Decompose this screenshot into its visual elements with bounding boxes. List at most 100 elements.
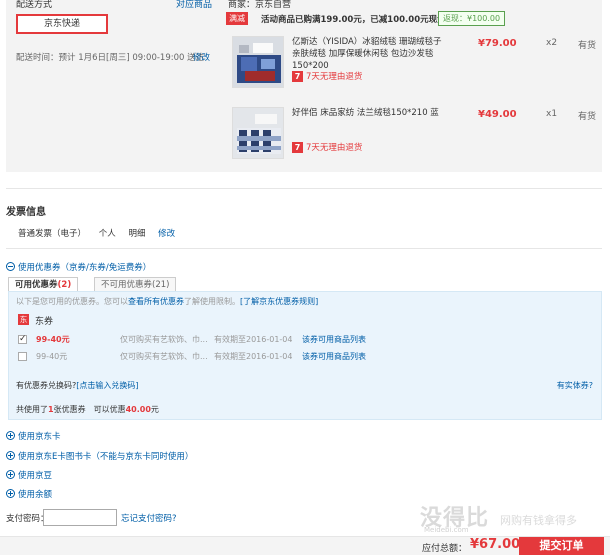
tab-label: 不可用优惠券 [101,280,153,290]
cart-item: 亿斯达（YISIDA）冰貂绒毯 珊瑚绒毯子 亲肤绒毯 加厚保暖休闲毯 包边沙发毯… [226,36,596,96]
tab-count: (21) [152,280,170,290]
expand-plus-icon [6,431,15,440]
return-policy: 7 7天无理由退货 [292,70,362,82]
coupon-checkbox[interactable] [18,333,27,345]
invoice-title: 发票信息 [6,207,46,218]
product-thumbnail-blanket-1[interactable] [232,36,284,88]
coupon-scope: 仅可购买有艺软饰、巾... [120,352,208,361]
tab-count: (2) [57,280,72,290]
coupon-amount: 99-40元 [36,335,70,344]
coupon-discount-amount: 40.00 [125,405,151,414]
item-qty: x2 [546,38,558,48]
watermark-url: Meidebi.com [424,526,469,534]
item-qty: x1 [546,109,558,119]
expand-plus-icon [6,451,15,460]
tab-label: 可用优惠券 [15,280,58,290]
coupon-rules-link[interactable]: [了解京东优惠券规则] [240,297,318,306]
divider [6,188,602,189]
coupon-hint: 以下是您可用的优惠券。您可以查看所有优惠券了解使用限制。[了解京东优惠券规则] [16,296,318,307]
use-jd-beans-toggle[interactable]: 使用京豆 [6,470,52,482]
coupon-hint-mid: 了解使用限制。 [184,297,240,306]
blanket-image-icon [233,37,283,87]
invoice-details: 普通发票（电子） 个人 明细 修改 [18,227,175,239]
total-amount: ¥67.00 [470,537,521,552]
collapse-minus-icon [6,262,15,271]
invoice-modify-link[interactable]: 修改 [158,229,175,239]
related-goods-link[interactable]: 对应商品 [176,0,212,10]
return-policy-text: 7天无理由退货 [306,72,363,82]
delivery-time: 配送时间：预计 1月6日[周三] 09:00-19:00 送达 [16,51,204,63]
seller-name: 商家：京东自营 [228,0,292,10]
coupon-toggle-label: 使用优惠券（京券/东券/免运费券） [18,263,152,273]
coupon-total-mid: 张优惠券 可以优惠 [53,405,126,414]
option-label: 使用余额 [18,490,53,500]
coupon-hint-prefix: 以下是您可用的优惠券。您可以 [16,297,128,306]
return-policy-text: 7天无理由退货 [306,143,363,153]
item-name[interactable]: 亿斯达（YISIDA）冰貂绒毯 珊瑚绒毯子 亲肤绒毯 加厚保暖休闲毯 包边沙发毯… [292,36,442,72]
jd-coupon-icon: 东 [18,314,29,325]
coupon-expiry: 有效期至2016-01-04 [214,352,293,361]
use-balance-toggle[interactable]: 使用余额 [6,489,52,501]
item-stock: 有货 [578,112,597,122]
forgot-password-link[interactable]: 忘记支付密码? [121,512,177,524]
product-thumbnail-blanket-2[interactable] [232,107,284,159]
payment-password-input[interactable] [43,509,117,526]
coupon-total-prefix: 共使用了 [16,405,48,414]
delivery-time-modify-link[interactable]: 修改 [193,51,210,63]
blanket-image-icon [233,108,283,158]
jd-coupon-label: 东券 [35,317,54,327]
submit-order-button[interactable]: 提交订单 [519,537,604,555]
cart-item: 好伴侣 床品家纺 法兰绒毯150*210 蓝 ¥49.00 x1 有货 7 7天无… [226,107,596,167]
coupon-scope: 仅可购买有艺软饰、巾... [120,335,208,344]
return-policy: 7 7天无理由退货 [292,141,362,153]
coupon-checkbox[interactable] [18,352,27,361]
shipping-section: 配送方式 对应商品 京东快递 配送时间：预计 1月6日[周三] 09:00-19… [6,0,220,172]
coupon-products-link[interactable]: 该券可用商品列表 [302,351,366,363]
coupon-row: 99-40元 仅可购买有艺软饰、巾... 有效期至2016-01-04 该券可用… [18,333,588,346]
delivery-time-label: 配送时间： [16,53,59,63]
tab-unavailable-coupons[interactable]: 不可用优惠券(21) [94,277,177,292]
invoice-content: 明细 [128,229,146,239]
delivery-time-value: 预计 1月6日[周三] 09:00-19:00 送达 [58,53,205,63]
coupon-products-link[interactable]: 该券可用商品列表 [302,334,366,346]
promo-badge: 满减 [226,12,248,25]
seven-day-return-icon: 7 [292,141,303,153]
shipping-title: 配送方式 [16,0,53,10]
coupon-panel: 以下是您可用的优惠券。您可以查看所有优惠券了解使用限制。[了解京东优惠券规则] … [8,291,602,420]
enter-exchange-code-link[interactable]: [点击输入兑换码] [76,381,138,390]
use-jd-card-toggle[interactable]: 使用京东卡 [6,431,61,443]
coupon-exchange-prefix: 有优惠券兑换码? [16,381,77,390]
item-price: ¥79.00 [478,38,517,49]
use-ecard-toggle[interactable]: 使用京东E卡图书卡（不能与京东卡同时使用） [6,451,193,463]
physical-coupon-link[interactable]: 有实体券? [557,380,593,391]
tab-available-coupons[interactable]: 可用优惠券(2) [8,277,79,292]
coupon-exchange: 有优惠券兑换码?[点击输入兑换码] [16,380,139,391]
item-name[interactable]: 好伴侣 床品家纺 法兰绒毯150*210 蓝 [292,107,442,119]
option-label: 使用京东卡 [18,432,61,442]
promo-text: 活动商品已购满199.00元，已减100.00元现金 [261,15,446,25]
total-label: 应付总额： [422,544,468,554]
invoice-person: 个人 [98,229,116,239]
item-stock: 有货 [578,41,597,51]
seven-day-return-icon: 7 [292,70,303,82]
promo-saved-badge: 返现：¥100.00 [438,11,506,26]
watermark-slogan: 网购有钱拿得多 [500,514,577,527]
divider [6,248,602,249]
coupon-amount: 99-40元 [36,352,68,361]
view-all-coupons-link[interactable]: 查看所有优惠券 [128,297,184,306]
shipping-method-option[interactable]: 京东快递 [16,14,108,34]
expand-plus-icon [6,470,15,479]
promo-bar: 满减 活动商品已购满199.00元，已减100.00元现金 返现：¥100.00 [226,11,602,27]
expand-plus-icon [6,489,15,498]
goods-section: 商家：京东自营 满减 活动商品已购满199.00元，已减100.00元现金 返现… [220,0,602,172]
order-summary-panel: 配送方式 对应商品 京东快递 配送时间：预计 1月6日[周三] 09:00-19… [6,0,602,172]
coupon-row: 99-40元 仅可购买有艺软饰、巾... 有效期至2016-01-04 该券可用… [18,351,588,363]
coupon-total-unit: 元 [150,405,159,414]
option-label: 使用京豆 [18,471,53,481]
coupon-expiry: 有效期至2016-01-04 [214,335,293,344]
invoice-type: 普通发票（电子） [18,229,87,239]
coupon-toggle[interactable]: 使用优惠券（京券/东券/免运费券） [6,262,151,274]
coupon-total: 共使用了1张优惠券 可以优惠40.00元 [16,404,159,415]
item-price: ¥49.00 [478,109,517,120]
option-label: 使用京东E卡图书卡（不能与京东卡同时使用） [18,452,194,462]
